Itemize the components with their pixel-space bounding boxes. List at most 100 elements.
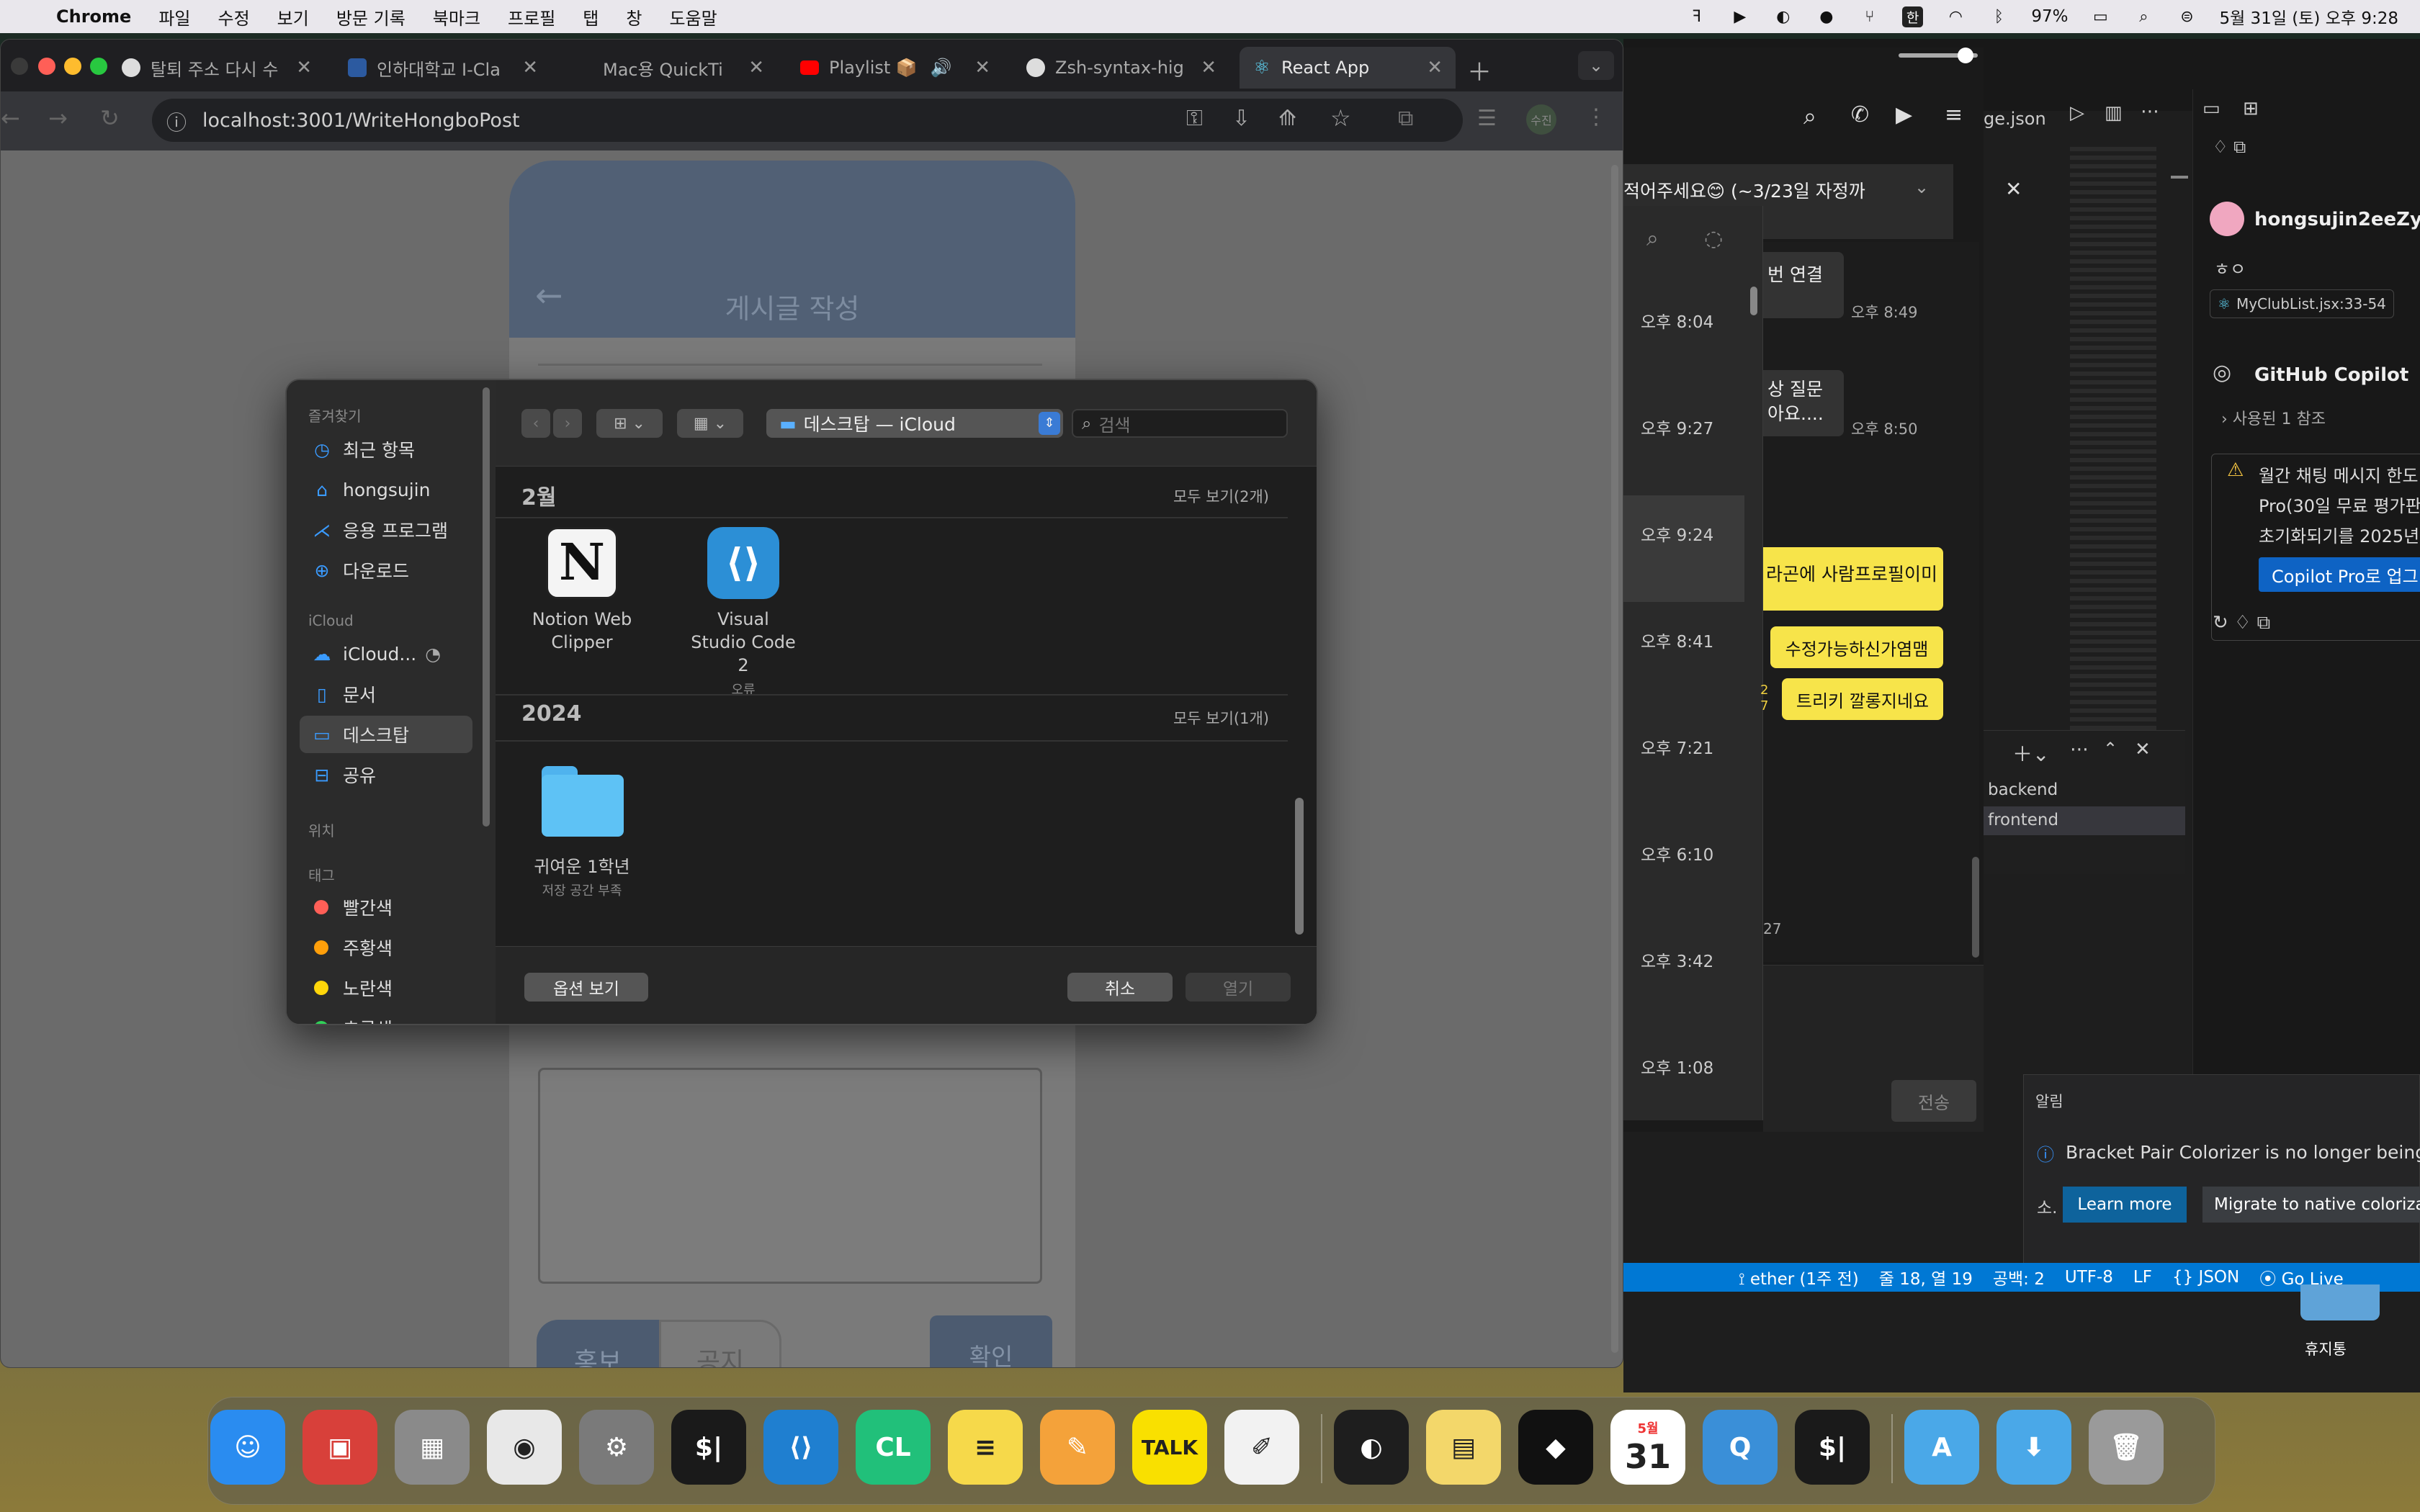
confirm-button[interactable]: 확인 — [930, 1315, 1052, 1367]
nav-forward-button[interactable]: › — [553, 409, 582, 438]
bookmark-star-icon[interactable]: ☆ — [1330, 104, 1351, 132]
minimap[interactable] — [2070, 147, 2156, 766]
content-scrollbar[interactable] — [1295, 798, 1304, 935]
split-editor-icon[interactable]: ▥ — [2105, 102, 2123, 124]
tag-yellow[interactable]: 노란색 — [300, 969, 472, 1007]
sidebar-scrollbar[interactable] — [483, 387, 490, 827]
status-language[interactable]: {} JSON — [2172, 1268, 2239, 1287]
feedback-icon[interactable]: ♢ ⧉ — [2213, 137, 2246, 157]
install-app-icon[interactable]: ⇩ — [1232, 106, 1250, 131]
sidebar-item-desktop[interactable]: ▭ 데스크탑 — [300, 716, 472, 753]
clock[interactable]: 5월 31일 (토) 오후 9:28 — [2219, 4, 2398, 29]
see-all-link[interactable]: 모두 보기(2개) — [1173, 485, 1269, 507]
sidebar-item-home[interactable]: ⌂ hongsujin — [300, 471, 472, 508]
menu-bookmarks[interactable]: 북마크 — [433, 4, 480, 30]
chat-list-scrollbar[interactable] — [1750, 287, 1757, 315]
maximize-panel-icon[interactable]: ⌃ — [2103, 739, 2118, 759]
send-button[interactable]: 전송 — [1891, 1080, 1976, 1122]
kakao-menubar-icon[interactable]: ● — [1816, 7, 1837, 26]
battery-percent[interactable]: 97% — [2031, 7, 2068, 26]
menu-history[interactable]: 방문 기록 — [336, 4, 405, 30]
location-popup[interactable]: ▬ 데스크탑 — iCloud ⇕ — [766, 409, 1063, 438]
tag-red[interactable]: 빨간색 — [300, 888, 472, 926]
tab-zsh[interactable]: Zsh-syntax-hig ✕ — [1013, 47, 1229, 89]
chat-list-selected[interactable] — [1623, 495, 1744, 602]
run-icon[interactable]: ▷ — [2070, 102, 2084, 124]
close-tab-icon[interactable]: ✕ — [1414, 57, 1443, 78]
chat-icon[interactable]: ▭ — [2202, 98, 2220, 120]
tab-playlist[interactable]: Playlist 📦 🔊 ✕ — [787, 47, 1003, 89]
cancel-button[interactable]: 취소 — [1067, 973, 1173, 1002]
viewport-scrollbar[interactable] — [1611, 165, 1618, 1353]
translate-icon[interactable]: ⟰ — [1278, 106, 1296, 131]
play-icon[interactable]: ▶ — [1729, 7, 1751, 26]
stickies-icon[interactable]: ▤ — [1426, 1410, 1501, 1485]
vscode-icon[interactable]: ⟨⟩ — [763, 1410, 838, 1485]
close-window-button[interactable] — [38, 58, 55, 75]
dark-mode-icon[interactable]: ◐ — [1773, 7, 1794, 26]
reading-list-icon[interactable]: ☰ — [1477, 106, 1497, 131]
kakao-video-icon[interactable]: ▶ — [1896, 102, 1912, 127]
search-input[interactable]: ⌕ 검색 — [1072, 409, 1288, 438]
kakao-search-icon[interactable]: ⌕ — [1803, 102, 1816, 130]
site-info-icon[interactable]: ⓘ — [166, 107, 187, 136]
sidebar-toggle-dot[interactable] — [11, 58, 28, 75]
menu-tab[interactable]: 탭 — [583, 4, 599, 30]
pages-icon[interactable]: ✎ — [1040, 1410, 1115, 1485]
more-icon[interactable]: ⋯ — [2141, 101, 2159, 122]
reference-chip[interactable]: ⚛ MyClubList.jsx:33-54 — [2210, 289, 2394, 318]
close-tab-icon[interactable]: ✕ — [962, 57, 990, 78]
learn-more-button[interactable]: Learn more — [2063, 1187, 2187, 1223]
profile-avatar[interactable]: 수진 — [1526, 104, 1556, 135]
close-tab-icon[interactable]: ✕ — [283, 57, 312, 78]
extensions-icon[interactable]: ⧉ — [1398, 106, 1413, 131]
sidebar-item-shared[interactable]: ⊟ 공유 — [300, 756, 472, 793]
tag-green[interactable]: 초록색 — [300, 1009, 472, 1024]
menu-file[interactable]: 파일 — [158, 4, 190, 30]
see-all-link[interactable]: 모두 보기(1개) — [1173, 707, 1269, 729]
bluetooth-icon[interactable]: ᛒ — [1988, 7, 2009, 26]
menu-window[interactable]: 창 — [626, 4, 642, 30]
open-button[interactable]: 열기 — [1186, 973, 1291, 1002]
kakaotalk-icon[interactable]: TALK — [1132, 1410, 1207, 1485]
new-chat-icon[interactable]: ⊞ — [2243, 98, 2259, 120]
desktop-trash-icon[interactable] — [2300, 1284, 2380, 1320]
status-eol[interactable]: LF — [2133, 1268, 2152, 1287]
new-tab-icon[interactable]: ＋ — [1467, 53, 1492, 88]
retry-icon[interactable]: ↻ ♢ ⧉ — [2213, 612, 2270, 634]
view-mode-button[interactable]: ⊞ ⌄ — [596, 409, 663, 438]
close-panel-icon[interactable]: ✕ — [2135, 739, 2151, 760]
title-input[interactable] — [538, 364, 1042, 371]
promo-toggle-button[interactable]: 홍보 — [537, 1320, 659, 1367]
status-cursor[interactable]: 줄 18, 열 19 — [1879, 1265, 1973, 1290]
close-icon[interactable]: ✕ — [2005, 177, 2022, 201]
content-textarea[interactable] — [538, 1068, 1042, 1284]
app-menu[interactable]: Chrome — [56, 6, 131, 27]
terminal-item-frontend[interactable]: frontend — [1984, 806, 2185, 835]
used-references-toggle[interactable]: › 사용된 1 참조 — [2221, 406, 2326, 429]
status-indent[interactable]: 공백: 2 — [1993, 1265, 2045, 1290]
sidebar-item-recents[interactable]: ◷ 최근 항목 — [300, 431, 472, 468]
tag-orange[interactable]: 주황색 — [300, 929, 472, 966]
back-icon[interactable]: ← — [1, 104, 20, 132]
terminal-item-backend[interactable]: backend — [1988, 780, 2058, 799]
figma-menubar-icon[interactable]: ꟻ — [1686, 7, 1708, 26]
sidebar-item-applications[interactable]: ⋌ 응용 프로그램 — [300, 511, 472, 549]
kakao-slider-knob[interactable] — [1958, 48, 1973, 63]
speaker-icon[interactable]: 🔊 — [931, 58, 952, 78]
vscode-tab[interactable]: ge.json — [1984, 100, 2046, 138]
system-settings-icon[interactable]: ⚙ — [579, 1410, 654, 1485]
fork-icon[interactable]: ⑂ — [1859, 7, 1881, 26]
finder-icon[interactable]: ☺ — [210, 1410, 285, 1485]
applications-folder-icon[interactable]: A — [1904, 1410, 1979, 1485]
tab-search-icon[interactable]: ⌄ — [1578, 51, 1614, 80]
spotlight-search-icon[interactable]: ⌕ — [2133, 7, 2154, 26]
textedit-icon[interactable]: ✐ — [1224, 1410, 1299, 1485]
new-terminal-icon[interactable]: ＋⌄ — [2012, 739, 2049, 768]
editor-scrollbar[interactable] — [2171, 176, 2188, 179]
kakao-menu-icon[interactable]: ≡ — [1945, 102, 1963, 127]
reload-icon[interactable]: ↻ — [100, 104, 120, 132]
password-key-icon[interactable]: ⚿ — [1186, 106, 1203, 131]
kakao-call-icon[interactable]: ✆ — [1851, 102, 1869, 127]
calendar-icon[interactable]: 5월 31 — [1610, 1410, 1685, 1485]
